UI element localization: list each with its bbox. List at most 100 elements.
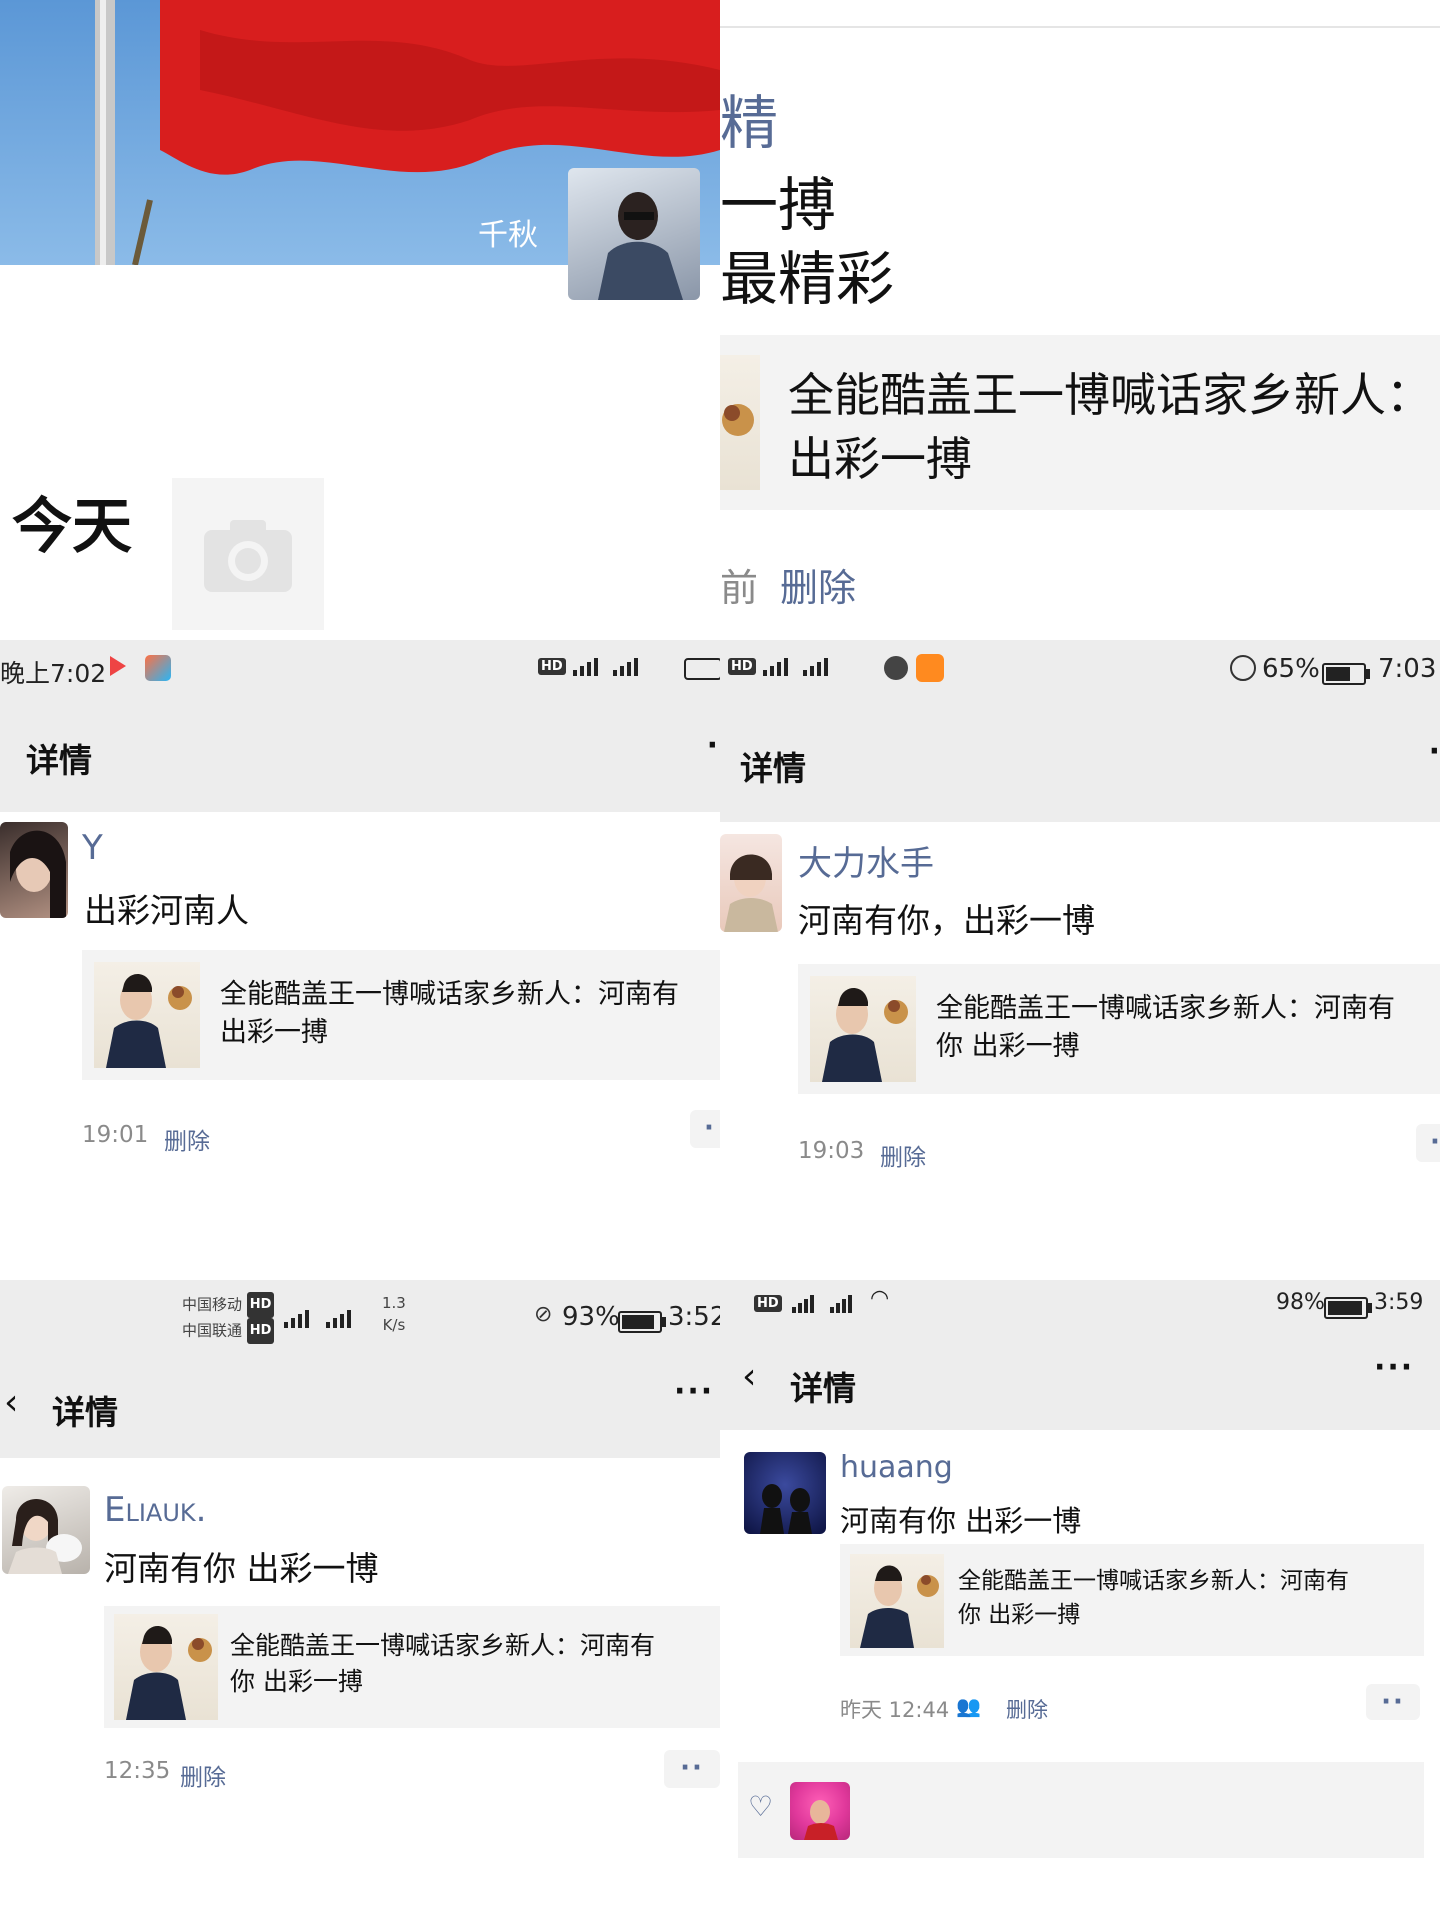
delete-link[interactable]: 删除: [880, 1138, 926, 1172]
post-text: 出彩河南人: [84, 891, 249, 930]
shared-article-card[interactable]: 全能酷盖王一博喊话家乡新人：河南有 你 出彩一搏: [798, 964, 1440, 1094]
avatar[interactable]: [0, 822, 68, 918]
article-title: 全能酷盖王一博喊话家乡新人：河南有 你 出彩一搏: [958, 1568, 1349, 1628]
battery-percent: 98%: [1276, 1290, 1325, 1315]
page-title: 详情: [26, 741, 92, 780]
signal-icons: HD: [538, 654, 645, 678]
battery-icon: [1322, 658, 1370, 688]
delete-link[interactable]: 删除: [780, 557, 856, 612]
comment-more-button[interactable]: ··: [664, 1750, 720, 1788]
status-bar: 晚上7:02 HD: [0, 640, 720, 700]
comment-more-button[interactable]: ··: [1366, 1684, 1420, 1720]
more-dots-icon[interactable]: ·: [1429, 734, 1440, 769]
post-time: 12:35: [104, 1758, 171, 1784]
more-dots-icon[interactable]: ···: [1374, 1350, 1414, 1385]
username[interactable]: huaang: [840, 1450, 953, 1485]
battery-percent: 93%: [562, 1302, 620, 1332]
signal-icons: HD: [754, 1288, 858, 1318]
chevron-left-icon[interactable]: ‹: [4, 1382, 18, 1423]
shared-article-card[interactable]: 全能酷盖王一博喊话家乡新人：河南有 你 出彩一搏: [104, 1606, 720, 1728]
status-time: 7:03: [1378, 654, 1437, 684]
detail-screen-huaang: HD ◠ 98% 3:59 ‹ 详情 ··· huaang 河南有你 出彩一博 …: [720, 1280, 1440, 1920]
battery-percent: 65%: [1262, 654, 1320, 684]
alarm-icon: [1230, 655, 1256, 681]
post-text: 河南有你 出彩一博: [840, 1504, 1082, 1538]
shared-article-card[interactable]: 全能酷盖王一博喊话家乡新人：河南有 你 出彩一搏: [840, 1544, 1424, 1656]
status-time: 晚上7:02: [0, 659, 107, 688]
comment-more-button[interactable]: ·: [1416, 1124, 1440, 1162]
avatar[interactable]: [744, 1452, 826, 1534]
app-icon: [145, 655, 171, 681]
avatar-person: [598, 192, 683, 300]
mute-icon: ⊘: [534, 1302, 553, 1327]
username[interactable]: Eliauk.: [104, 1490, 206, 1530]
comment-more-button[interactable]: ·: [690, 1110, 720, 1148]
battery-icon: [1324, 1292, 1372, 1322]
article-thumbnail: [850, 1554, 944, 1648]
page-title: 详情: [52, 1393, 118, 1432]
delete-link[interactable]: 删除: [1006, 1694, 1048, 1724]
signal-icons: HD: [728, 654, 835, 678]
post-text-line3: 最精彩: [720, 245, 895, 313]
play-store-icon: [110, 656, 126, 676]
post-text: 河南有你，出彩一博: [798, 901, 1095, 940]
more-dots-icon[interactable]: ···: [674, 1374, 714, 1409]
nav-bar: 详情 ·: [720, 700, 1440, 822]
status-time: 3:52: [668, 1302, 720, 1332]
post-time: 19:03: [798, 1138, 865, 1164]
delete-link[interactable]: 删除: [164, 1122, 210, 1156]
status-bar: HD ◠ 98% 3:59: [720, 1280, 1440, 1332]
article-panel: 精 一搏 最精彩 全能酷盖王一博喊话家乡新人： 出彩一搏 前 删除: [720, 0, 1440, 640]
post-text-line2: 一搏: [720, 171, 837, 239]
add-photo-button[interactable]: [172, 478, 324, 630]
article-title: 全能酷盖王一博喊话家乡新人：河南有 你 出彩一搏: [230, 1631, 656, 1696]
battery-icon: [618, 1306, 666, 1336]
article-title: 全能酷盖王一博喊话家乡新人： 出彩一搏: [788, 368, 1432, 486]
username[interactable]: Y: [82, 828, 103, 868]
friends-icon: 👥: [956, 1694, 981, 1718]
status-bar: 中国移动 HD 中国联通 HD 1.3 K/s ⊘ 93% 3:52: [0, 1280, 720, 1354]
page-title: 详情: [790, 1369, 856, 1408]
post-time: 前: [720, 566, 759, 610]
avatar[interactable]: [2, 1486, 90, 1574]
video-app-icon: [916, 654, 944, 682]
today-label: 今天: [12, 492, 132, 562]
likes-section: ♡: [738, 1762, 1424, 1858]
detail-screen-y: 晚上7:02 HD 详情 · Y 出彩河南人 全能酷盖王一博喊话家乡新人：河南有…: [0, 640, 720, 1280]
wifi-icon: ◠: [870, 1286, 890, 1311]
nav-bar: ‹ 详情 ···: [0, 1354, 720, 1458]
carrier-names: 中国移动 HD 中国联通 HD: [182, 1292, 275, 1344]
nickname: 千秋: [478, 218, 538, 253]
browser-icon: [884, 656, 908, 680]
avatar[interactable]: [720, 834, 782, 932]
status-time: 3:59: [1374, 1290, 1424, 1315]
article-thumbnail: [720, 355, 760, 490]
top-divider: [720, 26, 1440, 28]
nav-bar: 详情 ·: [0, 700, 720, 812]
article-title: 全能酷盖王一博喊话家乡新人：河南有 你 出彩一搏: [936, 993, 1395, 1062]
post-time: 昨天 12:44: [840, 1698, 950, 1722]
moments-cover-panel: 千秋 今天: [0, 0, 720, 640]
article-thumbnail: [114, 1614, 218, 1720]
user-avatar[interactable]: [568, 168, 700, 300]
chevron-left-icon[interactable]: ‹: [742, 1356, 756, 1397]
battery-icon: [684, 658, 720, 680]
status-bar: HD 65% 7:03: [720, 640, 1440, 700]
more-dots-icon[interactable]: ·: [707, 728, 718, 763]
post-text-line1: 精: [720, 89, 779, 157]
signal-icons: [282, 1302, 358, 1332]
heart-icon: ♡: [748, 1790, 774, 1823]
detail-screen-eliauk: 中国移动 HD 中国联通 HD 1.3 K/s ⊘ 93% 3:52 ‹ 详情 …: [0, 1280, 720, 1920]
article-title: 全能酷盖王一博喊话家乡新人：河南有 出彩一搏: [220, 979, 679, 1048]
shared-article-card[interactable]: 全能酷盖王一博喊话家乡新人： 出彩一搏: [720, 335, 1440, 510]
post-text: 河南有你 出彩一博: [104, 1549, 379, 1588]
post-time: 19:01: [82, 1122, 149, 1148]
username[interactable]: 大力水手: [798, 836, 934, 885]
nav-bar: ‹ 详情 ···: [720, 1332, 1440, 1430]
shared-article-card[interactable]: 全能酷盖王一博喊话家乡新人：河南有 出彩一搏: [82, 950, 720, 1080]
delete-link[interactable]: 删除: [180, 1758, 226, 1792]
page-title: 详情: [740, 749, 806, 788]
liker-avatar[interactable]: [790, 1782, 850, 1840]
net-speed: 1.3 K/s: [382, 1294, 406, 1334]
article-thumbnail: [810, 976, 916, 1082]
